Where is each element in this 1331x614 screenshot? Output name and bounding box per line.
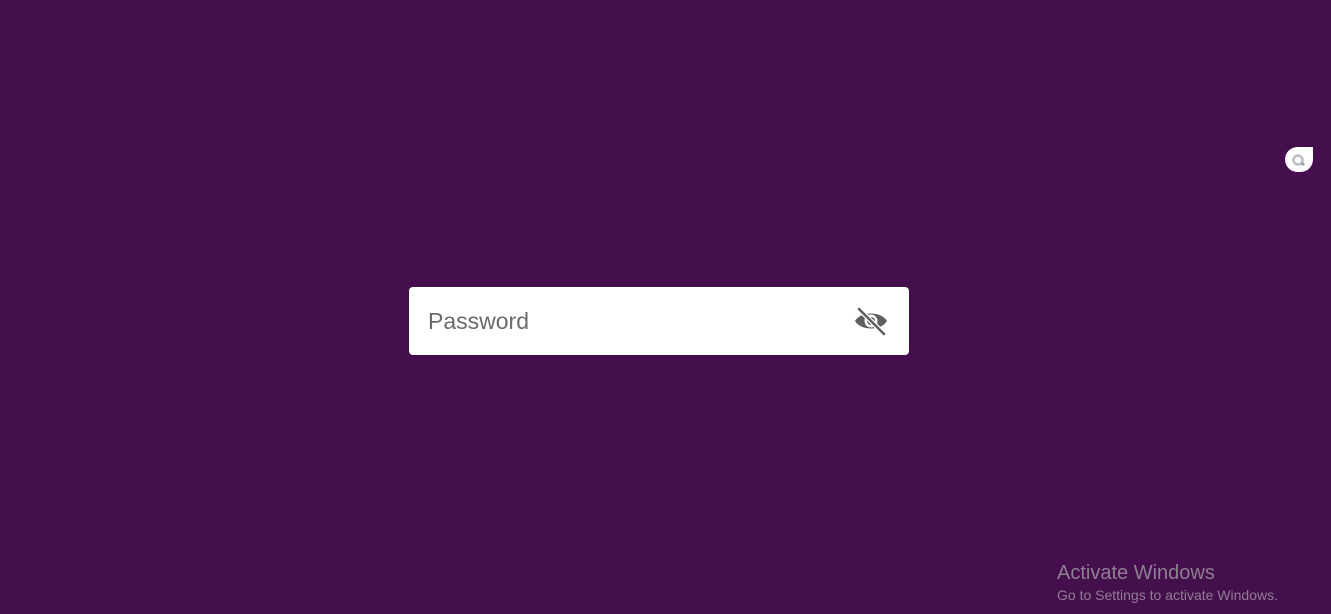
watermark-title: Activate Windows [1057, 562, 1215, 584]
eye-off-icon [855, 306, 887, 336]
toggle-password-visibility-button[interactable] [849, 301, 893, 341]
circle-dot-icon [1292, 153, 1305, 166]
password-input[interactable] [409, 287, 839, 355]
activate-windows-watermark: Activate Windows Go to Settings to activ… [1057, 561, 1278, 604]
watermark-subtitle: Go to Settings to activate Windows. [1057, 587, 1278, 603]
side-widget-button[interactable] [1285, 147, 1313, 172]
page: Activate Windows Go to Settings to activ… [0, 0, 1331, 614]
password-field-container [409, 287, 909, 355]
